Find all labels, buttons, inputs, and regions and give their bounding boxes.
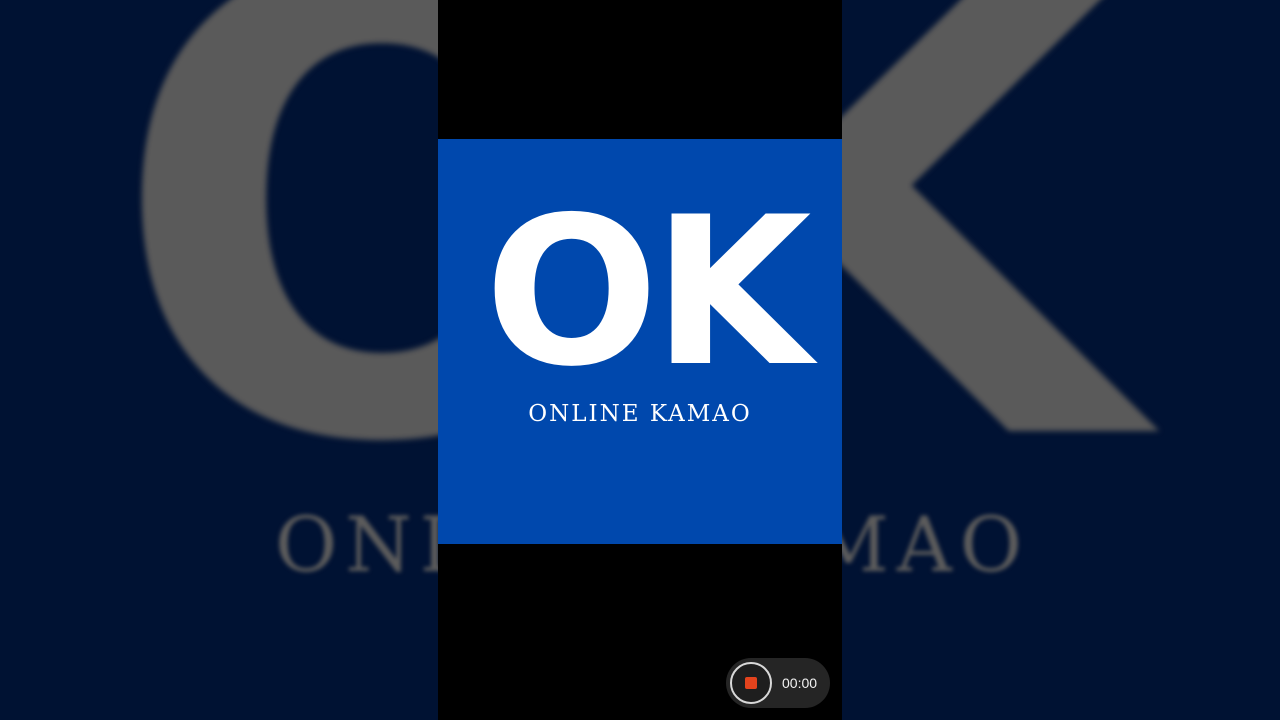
stop-recording-button[interactable] (730, 662, 772, 704)
logo-mark: OK (484, 174, 811, 412)
video-frame: OK ONLINE KAMAO (438, 0, 842, 720)
stop-icon (745, 677, 757, 689)
screen-recorder-control: 00:00 (726, 658, 830, 708)
screen: OK ONLINE KAMAO OK ONLINE KAMAO 00:00 (0, 0, 1280, 720)
logo-tagline: ONLINE KAMAO (528, 401, 752, 427)
recording-timer: 00:00 (782, 675, 818, 691)
logo-card: OK ONLINE KAMAO (438, 139, 842, 544)
